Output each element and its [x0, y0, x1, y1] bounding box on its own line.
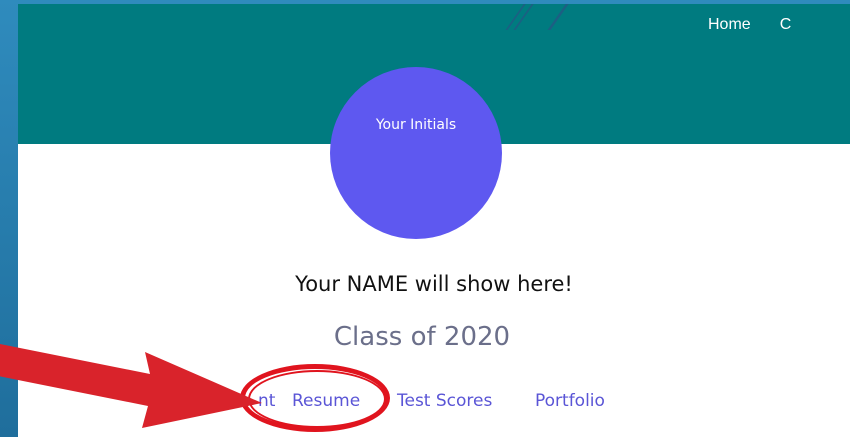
profile-name: Your NAME will show here! [295, 272, 573, 296]
avatar: Your Initials [330, 67, 502, 239]
nav-home-link[interactable]: Home [708, 16, 751, 34]
avatar-initials: Your Initials [375, 117, 457, 133]
arrow-right-icon [0, 344, 262, 428]
subnav-item-test-scores[interactable]: Test Scores [397, 391, 492, 411]
decorative-stripe [547, 4, 572, 30]
subnav-item-portfolio[interactable]: Portfolio [535, 391, 605, 411]
top-nav: Home C [708, 16, 820, 34]
decorative-stripe [513, 4, 537, 30]
nav-link-truncated[interactable]: C [780, 16, 792, 34]
